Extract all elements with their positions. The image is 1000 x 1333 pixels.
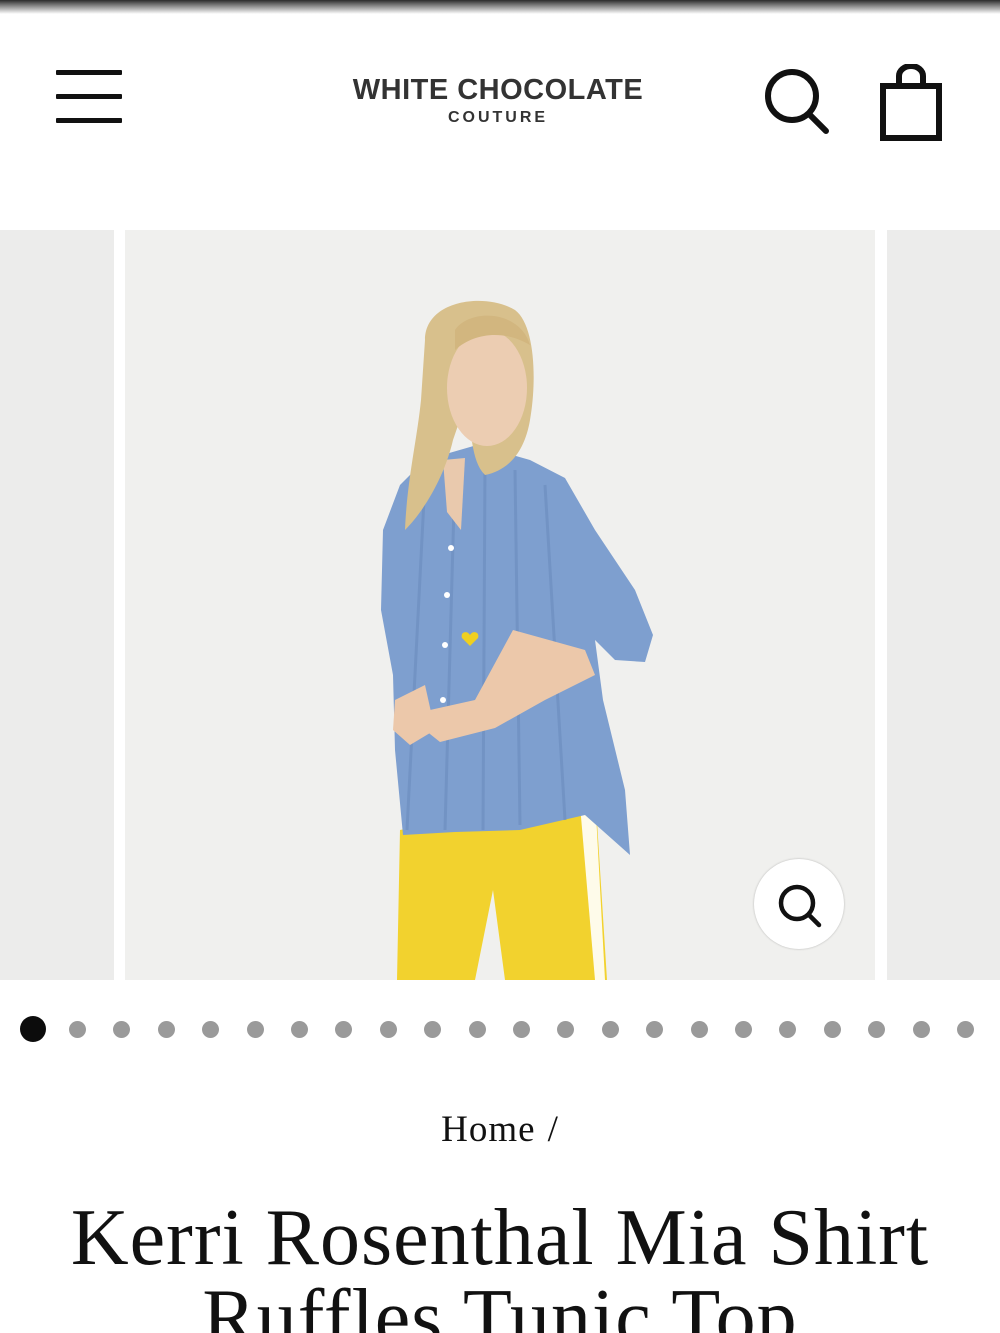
breadcrumb: Home / [0,1108,1000,1151]
search-icon [765,69,829,134]
search-button[interactable] [760,66,832,138]
gallery-dot[interactable] [557,1021,575,1038]
gallery-dot[interactable] [20,1016,46,1042]
gallery-dot[interactable] [424,1021,442,1038]
breadcrumb-separator: / [547,1109,559,1150]
zoom-button[interactable] [754,859,844,949]
product-image-gallery[interactable] [0,230,1000,980]
logo-line-2: COUTURE [447,109,549,126]
logo-line-1: WHITE CHOCOLATE [352,74,644,106]
next-slide-image[interactable] [887,230,1000,980]
product-title: Kerri Rosenthal Mia Shirt Ruffles Tunic … [70,1194,930,1333]
gallery-dot[interactable] [823,1021,841,1038]
gallery-pagination [0,1012,1000,1048]
gallery-dot[interactable] [646,1021,664,1038]
gallery-dot[interactable] [690,1021,708,1038]
menu-button[interactable] [52,66,128,130]
hamburger-menu-icon [56,118,122,123]
gallery-dot[interactable] [734,1021,752,1038]
site-header: WHITE CHOCOLATE COUTURE [0,14,1000,230]
gallery-dot[interactable] [601,1021,619,1038]
gallery-dot[interactable] [68,1021,86,1038]
gallery-dot[interactable] [468,1021,486,1038]
gallery-dot[interactable] [779,1021,797,1038]
gallery-dot[interactable] [956,1021,974,1038]
gallery-dot[interactable] [290,1021,308,1038]
previous-slide-image[interactable] [0,230,114,980]
shopping-bag-icon [880,63,942,141]
gallery-dot[interactable] [912,1021,930,1038]
breadcrumb-home-link[interactable]: Home [441,1109,535,1150]
status-bar-shadow [0,0,1000,14]
gallery-dot[interactable] [246,1021,264,1038]
hamburger-menu-icon [56,94,122,99]
store-logo[interactable]: WHITE CHOCOLATE COUTURE [330,72,666,142]
cart-button[interactable] [875,63,947,142]
hamburger-menu-icon [56,70,122,75]
gallery-dot[interactable] [157,1021,175,1038]
gallery-dot[interactable] [512,1021,530,1038]
gallery-dot[interactable] [379,1021,397,1038]
gallery-dot[interactable] [868,1021,886,1038]
gallery-dot[interactable] [202,1021,220,1038]
magnifier-icon [778,884,822,928]
gallery-dot[interactable] [335,1021,353,1038]
gallery-dot[interactable] [113,1021,131,1038]
